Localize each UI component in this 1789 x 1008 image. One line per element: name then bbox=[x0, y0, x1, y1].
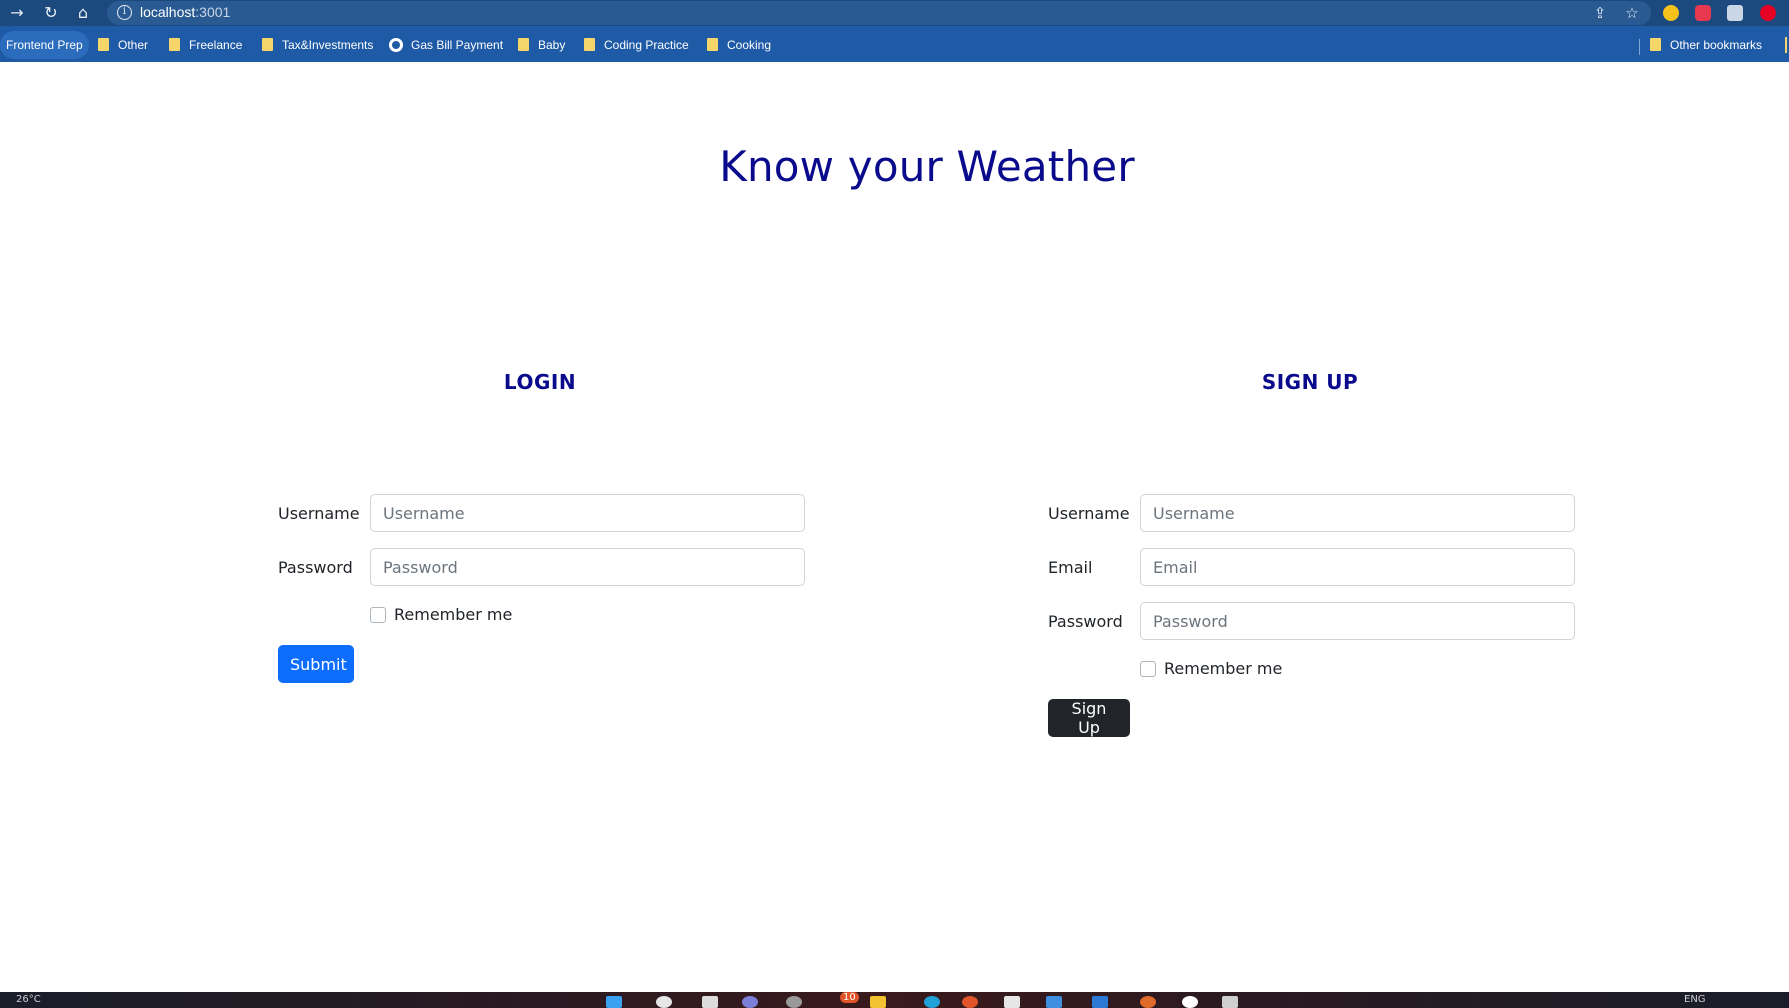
signup-password-label: Password bbox=[1048, 612, 1123, 631]
vscode-icon[interactable] bbox=[1092, 996, 1108, 1008]
home-icon[interactable]: ⌂ bbox=[73, 3, 93, 23]
bookmark-freelance[interactable]: Freelance bbox=[169, 36, 242, 54]
login-heading: LOGIN bbox=[503, 370, 577, 394]
bookmark-gas-bill-payment[interactable]: Gas Bill Payment bbox=[389, 36, 503, 54]
login-remember-checkbox[interactable] bbox=[370, 607, 386, 623]
bookmark-other[interactable]: Other bbox=[98, 36, 148, 54]
bookmarks-bar: Frontend Prep Other Freelance Tax&Invest… bbox=[0, 26, 1789, 62]
share-icon[interactable]: ⇪ bbox=[1589, 2, 1611, 24]
page-title: Know your Weather bbox=[719, 142, 1135, 191]
folder-icon bbox=[262, 38, 273, 51]
mail-icon[interactable] bbox=[1004, 996, 1020, 1008]
site-info-icon[interactable]: i bbox=[117, 5, 132, 20]
signup-email-input[interactable] bbox=[1140, 548, 1575, 586]
puzzle-extension-icon[interactable] bbox=[1727, 5, 1743, 21]
login-remember-label[interactable]: Remember me bbox=[394, 605, 512, 624]
login-password-input[interactable] bbox=[370, 548, 805, 586]
folder-icon bbox=[98, 38, 109, 51]
browser-toolbar: → ↻ ⌂ i localhost:3001 ⇪ ☆ bbox=[0, 0, 1789, 26]
folder-icon bbox=[518, 38, 529, 51]
edge-icon[interactable] bbox=[924, 996, 940, 1008]
login-username-input[interactable] bbox=[370, 494, 805, 532]
login-password-label: Password bbox=[278, 558, 353, 577]
taskbar-language[interactable]: ENG bbox=[1684, 994, 1706, 1005]
login-username-label: Username bbox=[278, 504, 360, 523]
bookmark-overflow[interactable] bbox=[1785, 37, 1787, 53]
bookmark-frontend-prep[interactable]: Frontend Prep bbox=[0, 31, 89, 59]
bookmark-baby[interactable]: Baby bbox=[518, 36, 565, 54]
chat-icon[interactable] bbox=[742, 996, 758, 1008]
notification-badge: 10 bbox=[840, 992, 859, 1003]
address-bar[interactable]: i localhost:3001 bbox=[107, 1, 1651, 25]
signup-remember-label[interactable]: Remember me bbox=[1164, 659, 1282, 678]
url-text: localhost:3001 bbox=[140, 4, 231, 20]
star-icon[interactable]: ☆ bbox=[1621, 2, 1643, 24]
globe-icon bbox=[389, 38, 403, 52]
forward-arrow-icon[interactable]: → bbox=[7, 3, 27, 23]
pocket-extension-icon[interactable] bbox=[1695, 5, 1711, 21]
bookmark-separator bbox=[1639, 39, 1640, 55]
office-icon[interactable] bbox=[962, 996, 978, 1008]
folder-icon bbox=[707, 38, 718, 51]
chrome-icon[interactable] bbox=[1182, 996, 1198, 1008]
pinterest-extension-icon[interactable] bbox=[1760, 5, 1776, 21]
search-icon[interactable] bbox=[656, 996, 672, 1008]
signup-submit-button[interactable]: Sign Up bbox=[1048, 699, 1130, 737]
reload-icon[interactable]: ↻ bbox=[41, 3, 61, 23]
bookmark-tax-investments[interactable]: Tax&Investments bbox=[262, 36, 373, 54]
folder-icon bbox=[169, 38, 180, 51]
folder-icon bbox=[584, 38, 595, 51]
taskbar-weather[interactable]: 26°C bbox=[16, 994, 41, 1005]
os-taskbar: 26°C 10 ENG bbox=[0, 992, 1789, 1008]
emoji-extension-icon[interactable] bbox=[1663, 5, 1679, 21]
signup-username-input[interactable] bbox=[1140, 494, 1575, 532]
app-icon[interactable] bbox=[1140, 996, 1156, 1008]
active-app-icon[interactable] bbox=[1222, 996, 1238, 1008]
calendar-icon[interactable] bbox=[1046, 996, 1062, 1008]
file-explorer-icon[interactable] bbox=[870, 996, 886, 1008]
task-view-icon[interactable] bbox=[702, 996, 718, 1008]
bookmark-coding-practice[interactable]: Coding Practice bbox=[584, 36, 689, 54]
bookmark-cooking[interactable]: Cooking bbox=[707, 36, 771, 54]
settings-icon[interactable] bbox=[786, 996, 802, 1008]
signup-email-label: Email bbox=[1048, 558, 1093, 577]
windows-start-icon[interactable] bbox=[606, 996, 622, 1008]
signup-remember-checkbox[interactable] bbox=[1140, 661, 1156, 677]
folder-icon bbox=[1650, 38, 1661, 51]
signup-heading: SIGN UP bbox=[1261, 370, 1359, 394]
login-submit-button[interactable]: Submit bbox=[278, 645, 354, 683]
signup-password-input[interactable] bbox=[1140, 602, 1575, 640]
signup-username-label: Username bbox=[1048, 504, 1130, 523]
bookmark-other-bookmarks[interactable]: Other bookmarks bbox=[1650, 36, 1762, 54]
